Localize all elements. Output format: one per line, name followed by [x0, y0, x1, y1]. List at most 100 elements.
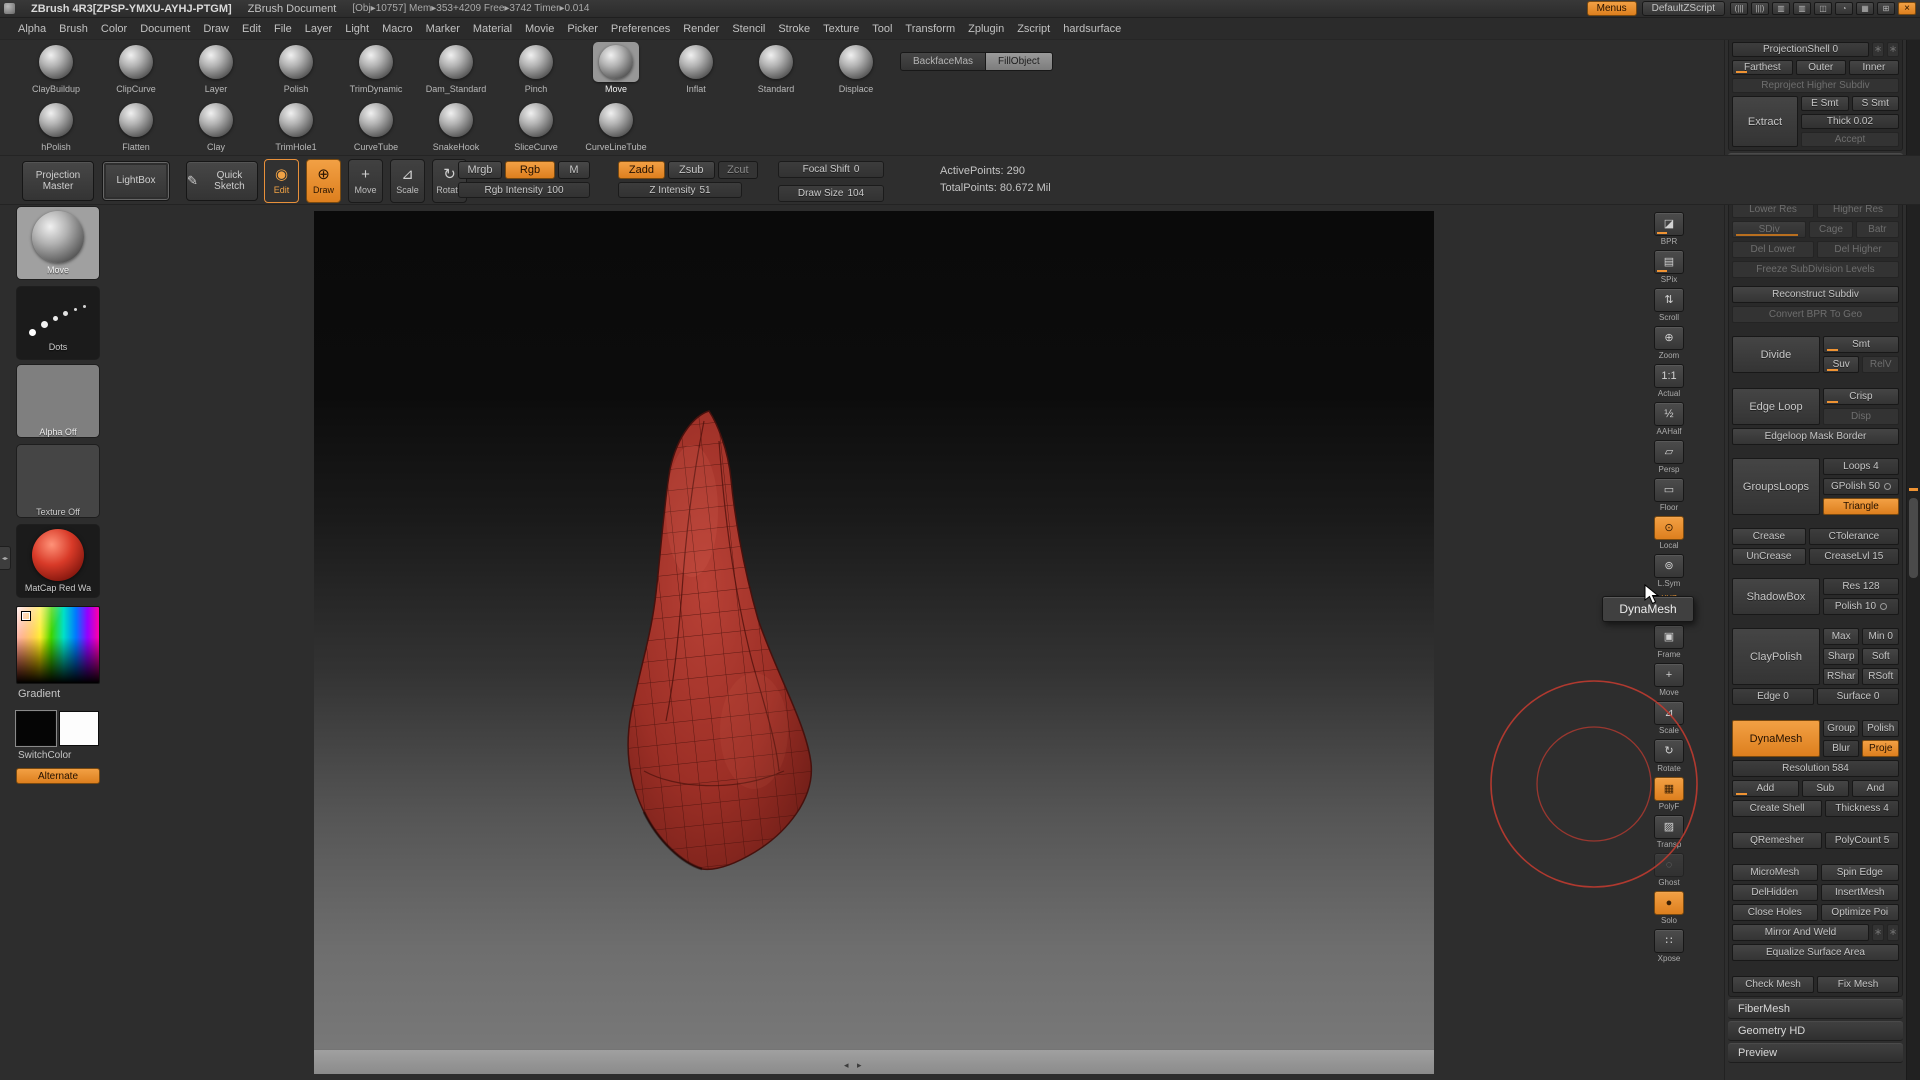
button-reconstruct-subdiv[interactable]: Reconstruct Subdiv — [1732, 286, 1899, 303]
menu-layer[interactable]: Layer — [305, 23, 333, 35]
alternate-button[interactable]: Alternate — [16, 768, 100, 784]
button-crisp[interactable]: Crisp — [1823, 388, 1899, 405]
menu-alpha[interactable]: Alpha — [18, 23, 46, 35]
brush-pinch[interactable]: Pinch — [496, 42, 576, 94]
button-spin-edge[interactable]: Spin Edge — [1821, 864, 1899, 881]
button-equalize-surface-area[interactable]: Equalize Surface Area — [1732, 944, 1899, 961]
button-soft[interactable]: Soft — [1862, 648, 1899, 665]
shelf-floor[interactable]: ▭Floor — [1654, 478, 1684, 512]
button-crease[interactable]: Crease — [1732, 528, 1806, 545]
brush-curvetube[interactable]: CurveTube — [336, 100, 416, 152]
brush-displace[interactable]: Displace — [816, 42, 896, 94]
slider-gpolish[interactable]: GPolish 50 — [1823, 478, 1899, 495]
button-qremesher[interactable]: QRemesher — [1732, 832, 1822, 849]
button-add[interactable]: Add — [1732, 780, 1799, 797]
button-edgeloop-mask-border[interactable]: Edgeloop Mask Border — [1732, 428, 1899, 445]
shelf-transp[interactable]: ▨Transp — [1654, 815, 1684, 849]
button-polish[interactable]: Polish — [1862, 720, 1899, 737]
brush-clipcurve[interactable]: ClipCurve — [96, 42, 176, 94]
menu-stroke[interactable]: Stroke — [778, 23, 810, 35]
slider-min[interactable]: Min 0 — [1862, 628, 1899, 645]
shelf-scroll[interactable]: ⇅Scroll — [1654, 288, 1684, 322]
shelf-polyf[interactable]: ▦PolyF — [1654, 777, 1684, 811]
layout-icon[interactable]: ⊞ — [1877, 2, 1895, 15]
button-create-shell[interactable]: Create Shell — [1732, 800, 1822, 817]
shelf-local[interactable]: ⊙Local — [1654, 516, 1684, 550]
shelf-rotate[interactable]: ↻Rotate — [1654, 739, 1684, 773]
zadd-button[interactable]: Zadd — [618, 161, 665, 179]
brush-trimhole1[interactable]: TrimHole1 — [256, 100, 336, 152]
menu-preferences[interactable]: Preferences — [611, 23, 670, 35]
shelf-frame[interactable]: ▣Frame — [1654, 625, 1684, 659]
document-canvas[interactable] — [314, 211, 1434, 1049]
mode-edit[interactable]: ◉Edit — [264, 159, 299, 203]
split-view-icon[interactable]: ◫ — [1814, 2, 1832, 15]
brush-trimdynamic[interactable]: TrimDynamic — [336, 42, 416, 94]
menu-light[interactable]: Light — [345, 23, 369, 35]
close-icon[interactable]: × — [1898, 2, 1916, 15]
button-fix-mesh[interactable]: Fix Mesh — [1817, 976, 1899, 993]
shelf-bpr[interactable]: ◪BPR — [1654, 212, 1684, 246]
right-tray-toggle-icon[interactable]: |||) — [1751, 2, 1769, 15]
lightbox-button[interactable]: LightBox — [102, 161, 170, 201]
button-optimize-poi[interactable]: Optimize Poi — [1821, 904, 1899, 921]
menu-render[interactable]: Render — [683, 23, 719, 35]
button-rsoft[interactable]: RSoft — [1862, 668, 1899, 685]
brush-dam-standard[interactable]: Dam_Standard — [416, 42, 496, 94]
menu-stencil[interactable]: Stencil — [732, 23, 765, 35]
menu-macro[interactable]: Macro — [382, 23, 413, 35]
shelf-xpose[interactable]: ∷Xpose — [1654, 929, 1684, 963]
menu-edit[interactable]: Edit — [242, 23, 261, 35]
slider-polish[interactable]: Polish 10 — [1823, 598, 1899, 615]
menu-document[interactable]: Document — [140, 23, 190, 35]
button-proje[interactable]: Proje — [1862, 740, 1899, 757]
button-edge-loop[interactable]: Edge Loop — [1732, 388, 1820, 425]
menu-movie[interactable]: Movie — [525, 23, 554, 35]
slider-blur[interactable]: Blur — [1823, 740, 1860, 757]
button-check-mesh[interactable]: Check Mesh — [1732, 976, 1814, 993]
button-close-holes[interactable]: Close Holes — [1732, 904, 1818, 921]
shelf-zoom[interactable]: ⊕Zoom — [1654, 326, 1684, 360]
slider-edge[interactable]: Edge 0 — [1732, 688, 1814, 705]
brush-inflat[interactable]: Inflat — [656, 42, 736, 94]
button-sub[interactable]: Sub — [1802, 780, 1849, 797]
button-max[interactable]: Max — [1823, 628, 1860, 645]
palette-fibermesh[interactable]: FiberMesh — [1728, 999, 1903, 1019]
button-triangle[interactable]: Triangle — [1823, 498, 1899, 515]
shelf-ghost[interactable]: ◌Ghost — [1654, 853, 1684, 887]
alpha-selector[interactable]: Alpha Off — [16, 364, 100, 438]
current-brush-thumb[interactable]: Move — [16, 206, 100, 280]
button-groupsloops[interactable]: GroupsLoops — [1732, 458, 1820, 515]
menus-button[interactable]: Menus — [1587, 1, 1637, 16]
menu-draw[interactable]: Draw — [203, 23, 229, 35]
button-outer[interactable]: Outer — [1796, 60, 1846, 75]
button-inner[interactable]: Inner — [1849, 60, 1899, 75]
left-tray-toggle-icon[interactable]: (||| — [1730, 2, 1748, 15]
menu-brush[interactable]: Brush — [59, 23, 88, 35]
brush-slicecurve[interactable]: SliceCurve — [496, 100, 576, 152]
doc-open-icon[interactable]: ▥ — [1793, 2, 1811, 15]
shelf-move[interactable]: +Move — [1654, 663, 1684, 697]
fill-object-button[interactable]: FillObject — [986, 52, 1053, 71]
mode-scale[interactable]: ⊿Scale — [390, 159, 425, 203]
shelf-l-sym[interactable]: ⊚L.Sym — [1654, 554, 1684, 588]
mrgb-button[interactable]: Mrgb — [458, 161, 502, 179]
focal-shift-slider[interactable]: Focal Shift 0 — [778, 161, 884, 178]
brush-curvelinetube[interactable]: CurveLineTube — [576, 100, 656, 152]
menu-texture[interactable]: Texture — [823, 23, 859, 35]
zsub-button[interactable]: Zsub — [668, 161, 715, 179]
button-suv[interactable]: Suv — [1823, 356, 1860, 373]
shelf-actual[interactable]: 1:1Actual — [1654, 364, 1684, 398]
menu-marker[interactable]: Marker — [426, 23, 460, 35]
backface-mask-button[interactable]: BackfaceMas — [900, 52, 986, 71]
button-and[interactable]: And — [1852, 780, 1899, 797]
menu-color[interactable]: Color — [101, 23, 127, 35]
z-intensity-slider[interactable]: Z Intensity 51 — [618, 182, 742, 198]
button-mirror-and-weld[interactable]: Mirror And Weld — [1732, 924, 1869, 941]
shelf-spix[interactable]: ▤SPix — [1654, 250, 1684, 284]
shelf-solo[interactable]: ●Solo — [1654, 891, 1684, 925]
slider-thick[interactable]: Thick 0.02 — [1801, 114, 1899, 129]
material-selector[interactable]: MatCap Red Wa — [16, 524, 100, 598]
scroll-arrows-icon[interactable]: ◂ ▸ — [844, 1060, 865, 1071]
slider-creaselvl[interactable]: CreaseLvl 15 — [1809, 548, 1899, 565]
